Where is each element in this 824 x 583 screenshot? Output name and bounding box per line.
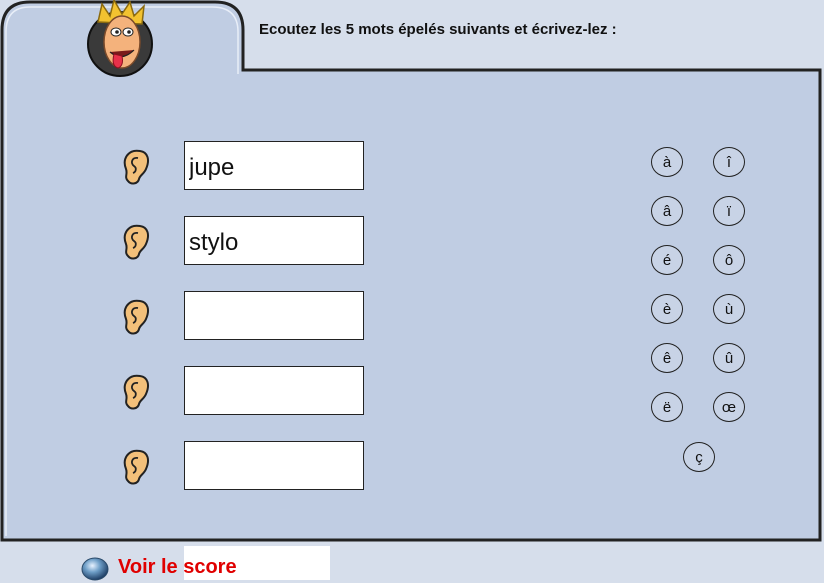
word-input-4[interactable]: [184, 366, 364, 415]
accent-button[interactable]: ë: [651, 392, 683, 422]
orb-icon: [81, 557, 109, 581]
ear-icon[interactable]: [120, 222, 150, 262]
see-score-button[interactable]: Voir le score: [118, 556, 237, 579]
ear-icon[interactable]: [120, 372, 150, 412]
accent-button[interactable]: ù: [713, 294, 745, 324]
accent-button[interactable]: ô: [713, 245, 745, 275]
accent-button[interactable]: î: [713, 147, 745, 177]
accent-button[interactable]: œ: [713, 392, 745, 422]
accent-button[interactable]: é: [651, 245, 683, 275]
accent-button[interactable]: û: [713, 343, 745, 373]
ear-icon[interactable]: [120, 447, 150, 487]
ear-icon[interactable]: [120, 147, 150, 187]
word-input-3[interactable]: [184, 291, 364, 340]
accent-button[interactable]: â: [651, 196, 683, 226]
ear-icon[interactable]: [120, 297, 150, 337]
accent-button[interactable]: à: [651, 147, 683, 177]
accent-button[interactable]: ï: [713, 196, 745, 226]
word-input-5[interactable]: [184, 441, 364, 490]
mascot-face-icon: [87, 0, 153, 77]
word-input-1[interactable]: [184, 141, 364, 190]
instruction-text: Ecoutez les 5 mots épelés suivants et éc…: [259, 21, 617, 38]
word-input-2[interactable]: [184, 216, 364, 265]
exercise-panel: [0, 0, 822, 542]
accent-button[interactable]: ç: [683, 442, 715, 472]
accent-button[interactable]: ê: [651, 343, 683, 373]
accent-button[interactable]: è: [651, 294, 683, 324]
